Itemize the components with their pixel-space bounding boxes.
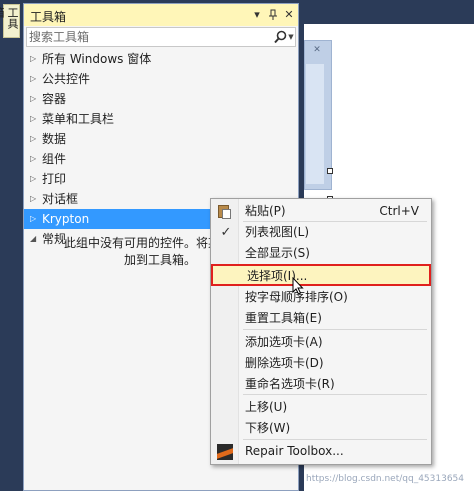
paste-icon (218, 204, 232, 219)
collapsed-arrow-icon[interactable]: ▷ (30, 169, 40, 189)
side-tab-strip: 工具箱 (0, 0, 23, 491)
collapsed-arrow-icon[interactable]: ▷ (30, 149, 40, 169)
collapsed-arrow-icon[interactable]: ▷ (30, 129, 40, 149)
toolbox-side-tab-label: 工具箱 (0, 7, 19, 29)
context-menu-item-label: 添加选项卡(A) (245, 335, 323, 349)
context-menu-item-label: 下移(W) (245, 421, 291, 435)
toolbox-group-item[interactable]: ▷ 所有 Windows 窗体 (24, 49, 298, 69)
close-icon[interactable]: ✕ (282, 7, 296, 23)
toolbox-group-item[interactable]: ▷ 容器 (24, 89, 298, 109)
toolbox-group-label: 菜单和工具栏 (42, 112, 115, 126)
context-menu-item-label: 删除选项卡(D) (245, 356, 324, 370)
context-menu-item-label: 重命名选项卡(R) (245, 377, 335, 391)
toolbox-group-label: 组件 (42, 152, 67, 166)
mouse-cursor-icon (292, 277, 304, 295)
search-input[interactable] (29, 29, 267, 45)
collapsed-arrow-icon[interactable]: ▷ (30, 69, 40, 89)
toolbox-title: 工具箱 (30, 10, 67, 24)
collapsed-arrow-icon[interactable]: ▷ (30, 49, 40, 69)
toolbox-group-label: 公共控件 (42, 72, 91, 86)
context-menu-item[interactable]: 添加选项卡(A) (213, 332, 429, 353)
toolbox-group-label: Krypton (42, 212, 90, 226)
context-menu-item[interactable]: 全部显示(S) (213, 243, 429, 264)
search-icon[interactable] (273, 29, 287, 45)
repair-toolbox-icon (217, 444, 233, 460)
search-options-dropdown-icon[interactable]: ▼ (287, 29, 295, 45)
menu-separator (243, 329, 427, 330)
context-menu-item-label: 粘贴(P) (245, 204, 286, 218)
toolbox-title-bar: 工具箱 ▾ ✕ (24, 4, 298, 26)
context-menu-item[interactable]: 删除选项卡(D) (213, 353, 429, 374)
checkmark-icon: ✓ (220, 225, 232, 240)
menu-separator (243, 221, 427, 222)
context-menu-item-label: 重置工具箱(E) (245, 311, 322, 325)
collapsed-arrow-icon[interactable]: ▷ (30, 109, 40, 129)
toolbox-context-menu: 粘贴(P) Ctrl+V ✓ 列表视图(L) 全部显示(S) 选择项(I)... 按字母顺序… (210, 198, 432, 465)
context-menu-item-label: 全部显示(S) (245, 246, 310, 260)
context-menu-item[interactable]: 上移(U) (213, 397, 429, 418)
collapsed-arrow-icon[interactable]: ▷ (30, 209, 40, 229)
toolbox-group-item[interactable]: ▷ 数据 (24, 129, 298, 149)
resize-handle[interactable] (327, 168, 333, 174)
context-menu-item[interactable]: 下移(W) (213, 418, 429, 439)
context-menu-item-label: Repair Toolbox... (245, 444, 344, 458)
toolbox-group-item[interactable]: ▷ 组件 (24, 149, 298, 169)
context-menu-item[interactable]: 选择项(I)... (211, 264, 431, 286)
designer-close-icon: ✕ (313, 45, 321, 55)
toolbox-group-label: 所有 Windows 窗体 (42, 52, 152, 66)
context-menu-item[interactable]: Repair Toolbox... (213, 441, 429, 462)
menu-separator (243, 439, 427, 440)
toolbox-group-label: 对话框 (42, 192, 79, 206)
designer-form-client (306, 64, 324, 184)
toolbox-side-tab[interactable]: 工具箱 (0, 4, 20, 38)
toolbox-group-label: 打印 (42, 172, 67, 186)
collapsed-arrow-icon[interactable]: ▷ (30, 189, 40, 209)
watermark: https://blog.csdn.net/qq_45313654 (306, 474, 465, 484)
context-menu-item-label: 上移(U) (245, 400, 288, 414)
context-menu-item[interactable]: ✓ 列表视图(L) (213, 222, 429, 243)
toolbox-search-box[interactable]: ▼ (26, 27, 296, 47)
toolbox-group-label: 数据 (42, 132, 67, 146)
toolbox-group-item[interactable]: ▷ 菜单和工具栏 (24, 109, 298, 129)
menu-separator (243, 394, 427, 395)
collapsed-arrow-icon[interactable]: ▷ (30, 89, 40, 109)
window-position-dropdown-icon[interactable]: ▾ (250, 7, 264, 23)
toolbox-group-item[interactable]: ▷ 打印 (24, 169, 298, 189)
context-menu-shortcut: Ctrl+V (379, 204, 419, 218)
context-menu-item-label: 列表视图(L) (245, 225, 310, 239)
context-menu-item[interactable]: 粘贴(P) Ctrl+V (213, 201, 429, 222)
toolbox-group-item[interactable]: ▷ 公共控件 (24, 69, 298, 89)
context-menu-item[interactable]: 按字母顺序排序(O) (213, 287, 429, 308)
context-menu-item[interactable]: 重命名选项卡(R) (213, 374, 429, 395)
context-menu-item[interactable]: 重置工具箱(E) (213, 308, 429, 329)
pin-icon[interactable] (266, 7, 280, 23)
toolbox-group-label: 容器 (42, 92, 67, 106)
